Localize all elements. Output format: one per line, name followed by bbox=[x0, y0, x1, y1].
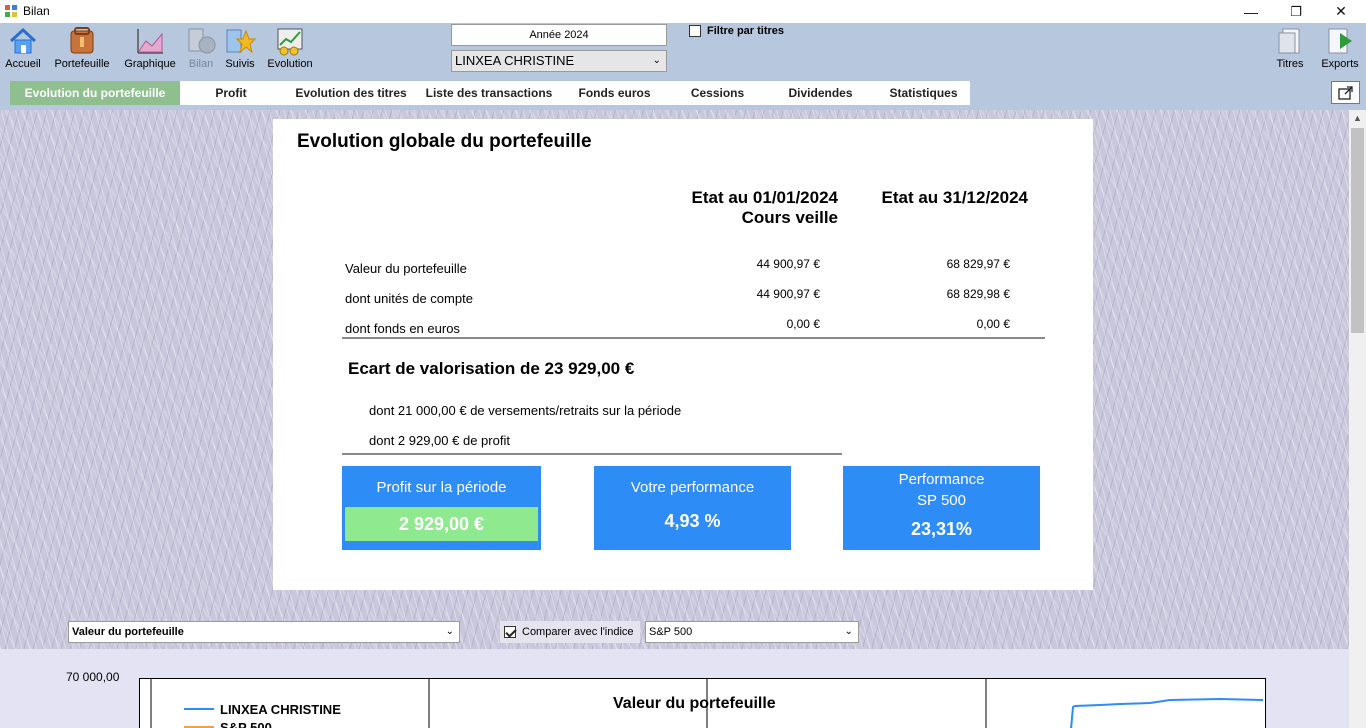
star-icon bbox=[226, 29, 256, 54]
legend-item: LINXEA CHRISTINE bbox=[184, 700, 341, 718]
export-icon bbox=[1328, 28, 1352, 54]
title-bar: Bilan — ❐ ✕ bbox=[0, 0, 1366, 23]
detail-profit: dont 2 929,00 € de profit bbox=[369, 433, 510, 448]
metric-select[interactable]: Valeur du portefeuille ⌄ bbox=[68, 621, 460, 643]
metric-select-value: Valeur du portefeuille bbox=[72, 626, 184, 638]
row-value-start: 44 900,97 € bbox=[756, 287, 820, 301]
maximize-button[interactable]: ❐ bbox=[1273, 0, 1319, 23]
toolbar-button-portefeuille[interactable]: Portefeuille bbox=[51, 25, 113, 73]
vertical-scrollbar[interactable]: ▲ bbox=[1349, 110, 1366, 728]
kpi-index-label: Performance SP 500 bbox=[898, 471, 985, 509]
chevron-down-icon: ⌄ bbox=[445, 626, 454, 637]
toolbar-button-accueil[interactable]: Accueil bbox=[4, 25, 42, 73]
toolbar-button-suivis[interactable]: Suivis bbox=[224, 25, 256, 73]
chevron-down-icon: ⌄ bbox=[652, 55, 661, 66]
kpi-index-value: 23,31% bbox=[910, 519, 973, 539]
kpi-performance-card: Votre performance 4,93 % bbox=[594, 466, 791, 550]
tab-liste-transactions[interactable]: Liste des transactions bbox=[420, 81, 558, 105]
summary-panel: Evolution globale du portefeuille Etat a… bbox=[273, 119, 1093, 590]
tab-dividendes[interactable]: Dividendes bbox=[764, 81, 877, 105]
chart-icon bbox=[137, 29, 163, 54]
kpi-performance-value: 4,93 % bbox=[664, 511, 721, 531]
tab-profit[interactable]: Profit bbox=[180, 81, 282, 105]
minimize-button[interactable]: — bbox=[1228, 0, 1274, 23]
toolbar: Accueil Portefeuille Graphique Bilan Sui… bbox=[0, 23, 1366, 74]
row-value-start: 0,00 € bbox=[786, 317, 820, 331]
legend-swatch bbox=[184, 708, 214, 710]
divider bbox=[342, 453, 842, 455]
checkbox-box[interactable] bbox=[504, 626, 516, 638]
chevron-down-icon: ⌄ bbox=[844, 626, 853, 637]
index-select-value: S&P 500 bbox=[649, 626, 693, 638]
scroll-up-icon[interactable]: ▲ bbox=[1349, 110, 1366, 127]
row-label-fonds-euros: dont fonds en euros bbox=[345, 321, 460, 336]
account-select[interactable]: LINXEA CHRISTINE ⌄ bbox=[451, 50, 667, 72]
toolbar-button-bilan[interactable]: Bilan bbox=[185, 25, 217, 73]
row-value-start: 44 900,97 € bbox=[756, 257, 820, 271]
tab-statistiques[interactable]: Statistiques bbox=[877, 81, 970, 105]
tab-evolution-portefeuille[interactable]: Evolution du portefeuille bbox=[10, 81, 180, 105]
tab-bar: Evolution du portefeuille Profit Evoluti… bbox=[0, 74, 1366, 110]
chart-title: Valeur du portefeuille bbox=[613, 695, 776, 712]
y-axis-tick: 70 000,00 bbox=[66, 670, 120, 684]
compare-index-label: Comparer avec l'indice bbox=[522, 626, 634, 638]
filter-titres-label: Filtre par titres bbox=[707, 25, 785, 37]
detail-versements: dont 21 000,00 € de versements/retraits … bbox=[369, 403, 682, 418]
kpi-profit-label: Profit sur la période bbox=[376, 479, 507, 496]
tab-evolution-titres[interactable]: Evolution des titres bbox=[282, 81, 420, 105]
kpi-profit-card: Profit sur la période 2 929,00 € bbox=[342, 466, 541, 550]
ecart-heading: Ecart de valorisation de 23 929,00 € bbox=[348, 359, 635, 378]
close-button[interactable]: ✕ bbox=[1318, 0, 1364, 23]
chart-legend: LINXEA CHRISTINE S&P 500 bbox=[184, 700, 341, 728]
column-header-start: Etat au 01/01/2024 Cours veille bbox=[691, 188, 838, 227]
tab-fonds-euros[interactable]: Fonds euros bbox=[558, 81, 671, 105]
toolbar-button-exports[interactable]: Exports bbox=[1319, 25, 1361, 73]
toolbar-button-titres[interactable]: Titres bbox=[1273, 25, 1307, 73]
external-link-icon bbox=[1337, 85, 1353, 100]
row-label-unites: dont unités de compte bbox=[345, 291, 473, 306]
tab-cessions[interactable]: Cessions bbox=[671, 81, 764, 105]
window-title: Bilan bbox=[23, 4, 50, 18]
toolbar-button-graphique[interactable]: Graphique bbox=[121, 25, 179, 73]
balance-icon bbox=[188, 28, 216, 54]
row-label-valeur: Valeur du portefeuille bbox=[345, 261, 467, 276]
titles-icon bbox=[1278, 28, 1300, 54]
page-title: Evolution globale du portefeuille bbox=[297, 131, 592, 152]
year-field[interactable]: Année 2024 bbox=[451, 24, 667, 46]
scrollbar-thumb[interactable] bbox=[1351, 128, 1364, 333]
kpi-performance-label: Votre performance bbox=[630, 479, 755, 496]
checkbox-box[interactable] bbox=[689, 25, 701, 37]
filter-titres-checkbox[interactable]: Filtre par titres bbox=[689, 25, 784, 37]
divider bbox=[342, 337, 1045, 339]
kpi-index-card: Performance SP 500 23,31% bbox=[843, 466, 1040, 550]
kpi-profit-value: 2 929,00 € bbox=[345, 507, 538, 541]
legend-item: S&P 500 bbox=[184, 718, 341, 728]
row-value-end: 0,00 € bbox=[976, 317, 1010, 331]
row-value-end: 68 829,98 € bbox=[946, 287, 1010, 301]
account-select-value: LINXEA CHRISTINE bbox=[455, 53, 575, 68]
compare-index-checkbox[interactable]: Comparer avec l'indice bbox=[500, 621, 640, 643]
evolution-icon bbox=[277, 28, 303, 56]
portfolio-icon bbox=[70, 27, 94, 54]
row-value-end: 68 829,97 € bbox=[946, 257, 1010, 271]
series-line-linxea bbox=[1070, 697, 1264, 728]
popout-button[interactable] bbox=[1331, 81, 1360, 104]
column-header-end: Etat au 31/12/2024 bbox=[881, 188, 1028, 207]
toolbar-button-evolution[interactable]: Evolution bbox=[264, 25, 316, 73]
tabs: Evolution du portefeuille Profit Evoluti… bbox=[10, 81, 970, 105]
app-icon bbox=[5, 5, 17, 17]
index-select[interactable]: S&P 500 ⌄ bbox=[645, 621, 859, 643]
home-icon bbox=[9, 27, 37, 54]
